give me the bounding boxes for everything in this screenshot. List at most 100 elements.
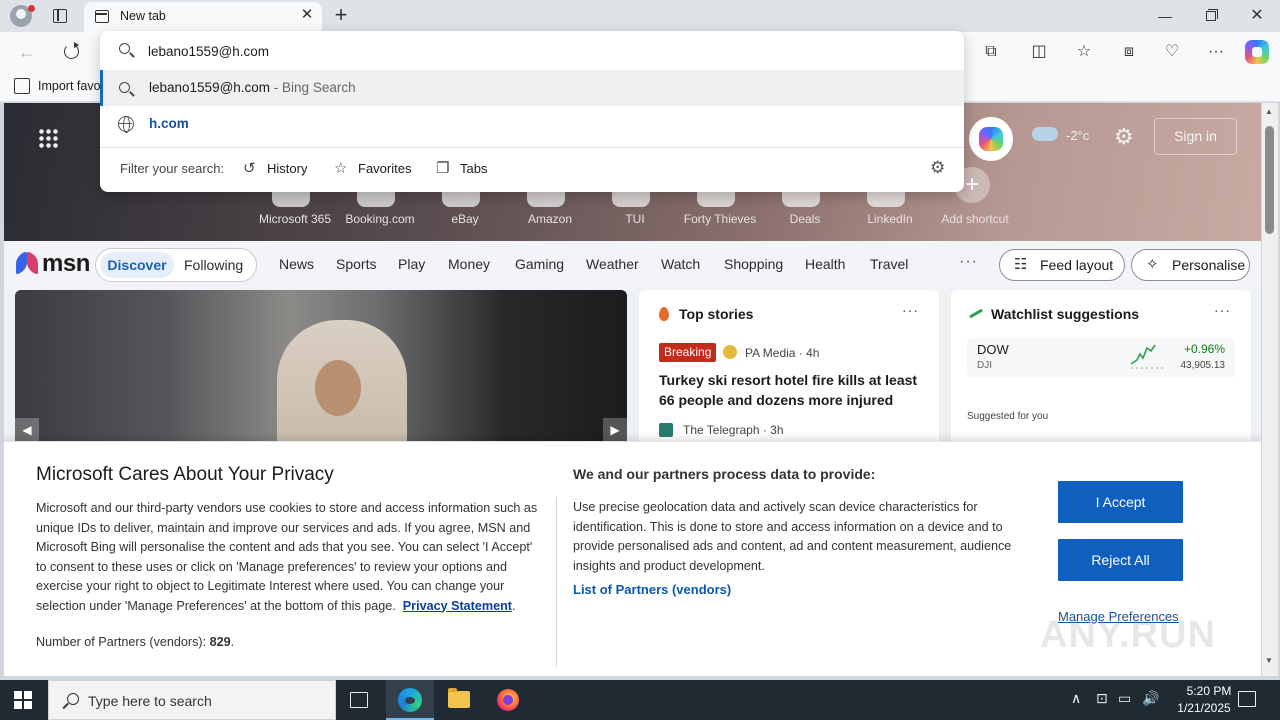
top-stories-title[interactable]: Top stories [679, 306, 753, 322]
back-button[interactable]: ← [16, 41, 38, 63]
privacy-consent-banner: Microsoft Cares About Your Privacy Micro… [4, 441, 1261, 676]
cloud-weather-icon [1032, 127, 1058, 141]
title-bar: New tab ✕ + — ✕ [0, 0, 1280, 32]
tab-close-button[interactable]: ✕ [299, 7, 315, 23]
story-headline-link[interactable]: Turkey ski resort hotel fire kills at le… [659, 370, 921, 410]
filter-history[interactable]: ↺ History [243, 159, 323, 179]
trend-up-icon [969, 308, 983, 320]
taskbar-file-explorer[interactable] [435, 680, 483, 720]
msn-butterfly-icon [16, 251, 38, 275]
page-settings-gear-icon[interactable]: ⚙ [1114, 124, 1134, 150]
nav-play[interactable]: Play [398, 256, 425, 272]
network-icon[interactable]: ▭ [1118, 690, 1131, 707]
scroll-down-arrow-icon[interactable]: ▼ [1265, 656, 1273, 665]
taskbar-firefox[interactable] [484, 680, 532, 720]
clock-time[interactable]: 5:20 PM [1174, 684, 1244, 698]
reject-all-button[interactable]: Reject All [1058, 539, 1183, 581]
import-favorites-link[interactable]: Import favo [38, 79, 101, 93]
nav-health[interactable]: Health [805, 256, 845, 272]
accept-button[interactable]: I Accept [1058, 481, 1183, 523]
scrollbar-thumb[interactable] [1265, 126, 1274, 234]
watchlist-more-button[interactable]: ··· [1214, 302, 1231, 318]
carousel-prev-button[interactable]: ◀ [15, 418, 39, 442]
tab-actions-icon[interactable] [48, 6, 72, 26]
nav-more-button[interactable]: ··· [959, 253, 978, 271]
nav-weather[interactable]: Weather [586, 256, 639, 272]
notification-center-icon[interactable] [1238, 691, 1256, 707]
suggestion-site-text: h.com [149, 116, 189, 131]
browser-essentials-icon[interactable]: ♡ [1160, 40, 1184, 64]
address-bar-input[interactable] [148, 40, 928, 62]
privacy-body: Microsoft and our third-party vendors us… [36, 501, 538, 613]
stock-symbol: DOW [977, 342, 1009, 357]
scroll-up-arrow-icon[interactable]: ▲ [1265, 107, 1273, 116]
list-of-partners-link[interactable]: List of Partners (vendors) [573, 582, 731, 597]
clock-date[interactable]: 1/21/2025 [1168, 701, 1240, 715]
partners-count-text: Number of Partners (vendors): 829. [36, 635, 235, 649]
nav-travel[interactable]: Travel [870, 256, 908, 272]
settings-more-icon[interactable]: ··· [1204, 40, 1228, 64]
personalise-button[interactable]: ✧ Personalise [1131, 249, 1250, 281]
history-icon: ↺ [243, 160, 256, 177]
windows-start-icon[interactable] [14, 691, 32, 709]
extensions-icon[interactable]: ⧉ [979, 40, 1003, 64]
sign-in-button[interactable]: Sign in [1154, 118, 1237, 155]
suggestion-suffix: - Bing Search [270, 80, 356, 95]
search-settings-gear-icon[interactable]: ⚙ [930, 158, 945, 178]
feed-toggle: Discover Following [95, 248, 257, 282]
split-screen-icon[interactable]: ◫ [1027, 40, 1051, 64]
task-view-icon[interactable] [350, 692, 368, 708]
address-bar-dropdown: lebano1559@h.com - Bing Search h.com Fil… [100, 31, 964, 192]
nav-news[interactable]: News [279, 256, 314, 272]
sparkline-icon [1131, 344, 1165, 369]
suggestion-bing-search[interactable]: lebano1559@h.com - Bing Search [100, 70, 964, 106]
tab-discover[interactable]: Discover [100, 252, 174, 278]
top-stories-more-button[interactable]: ··· [902, 302, 919, 318]
new-tab-page-icon [95, 10, 109, 23]
suggestion-site[interactable]: h.com [100, 106, 964, 142]
weather-temperature[interactable]: -2°c [1066, 128, 1089, 143]
tray-chevron-up-icon[interactable]: ∧ [1071, 690, 1081, 707]
new-tab-button[interactable]: + [330, 3, 352, 27]
collections-icon[interactable]: ⧈ [1117, 40, 1141, 64]
nav-gaming[interactable]: Gaming [515, 256, 564, 272]
telegraph-logo-icon [659, 423, 673, 437]
filter-tabs[interactable]: ❐ Tabs [436, 159, 496, 179]
stock-price: 43,905.13 [1180, 360, 1226, 371]
favorites-star-icon[interactable]: ☆ [1072, 40, 1096, 64]
volume-icon[interactable]: 🔊 [1142, 690, 1159, 707]
feed-layout-button[interactable]: ☷ Feed layout [999, 249, 1125, 281]
page-scrollbar[interactable]: ▲ ▼ [1262, 103, 1278, 676]
nav-watch[interactable]: Watch [661, 256, 700, 272]
msn-logo[interactable]: msn [42, 250, 90, 278]
app-launcher-icon[interactable] [38, 128, 58, 148]
story-source: PA Media · 4h [745, 346, 820, 360]
tab-new-tab[interactable]: New tab ✕ [84, 2, 322, 32]
search-icon [119, 43, 133, 57]
tray-device-icon[interactable]: ⊡ [1096, 690, 1108, 707]
taskbar-search-box[interactable]: Type here to search [48, 680, 336, 720]
copilot-icon[interactable] [1245, 40, 1269, 64]
star-icon: ☆ [334, 160, 348, 177]
tab-following[interactable]: Following [184, 252, 243, 278]
carousel-next-button[interactable]: ▶ [603, 418, 627, 442]
watchlist-title[interactable]: Watchlist suggestions [991, 306, 1139, 322]
minimize-button[interactable]: — [1150, 4, 1180, 28]
stock-change: +0.96% [1183, 342, 1225, 356]
maximize-button[interactable] [1196, 4, 1226, 28]
partners-count: 829 [209, 635, 231, 649]
taskbar-edge[interactable] [386, 680, 434, 720]
copilot-page-icon[interactable] [969, 117, 1013, 161]
breaking-badge: Breaking [659, 343, 717, 362]
edge-icon [398, 688, 422, 712]
close-window-button[interactable]: ✕ [1242, 4, 1272, 28]
stock-row[interactable]: DOW DJI +0.96% 43,905.13 [967, 338, 1235, 378]
filter-favorites[interactable]: ☆ Favorites [334, 159, 424, 179]
refresh-button[interactable] [61, 41, 83, 63]
nav-shopping[interactable]: Shopping [724, 256, 783, 272]
privacy-statement-link[interactable]: Privacy Statement [403, 599, 512, 613]
privacy-title: Microsoft Cares About Your Privacy [36, 464, 334, 485]
nav-money[interactable]: Money [448, 256, 490, 272]
sliders-icon: ☷ [1014, 256, 1028, 273]
nav-sports[interactable]: Sports [336, 256, 376, 272]
